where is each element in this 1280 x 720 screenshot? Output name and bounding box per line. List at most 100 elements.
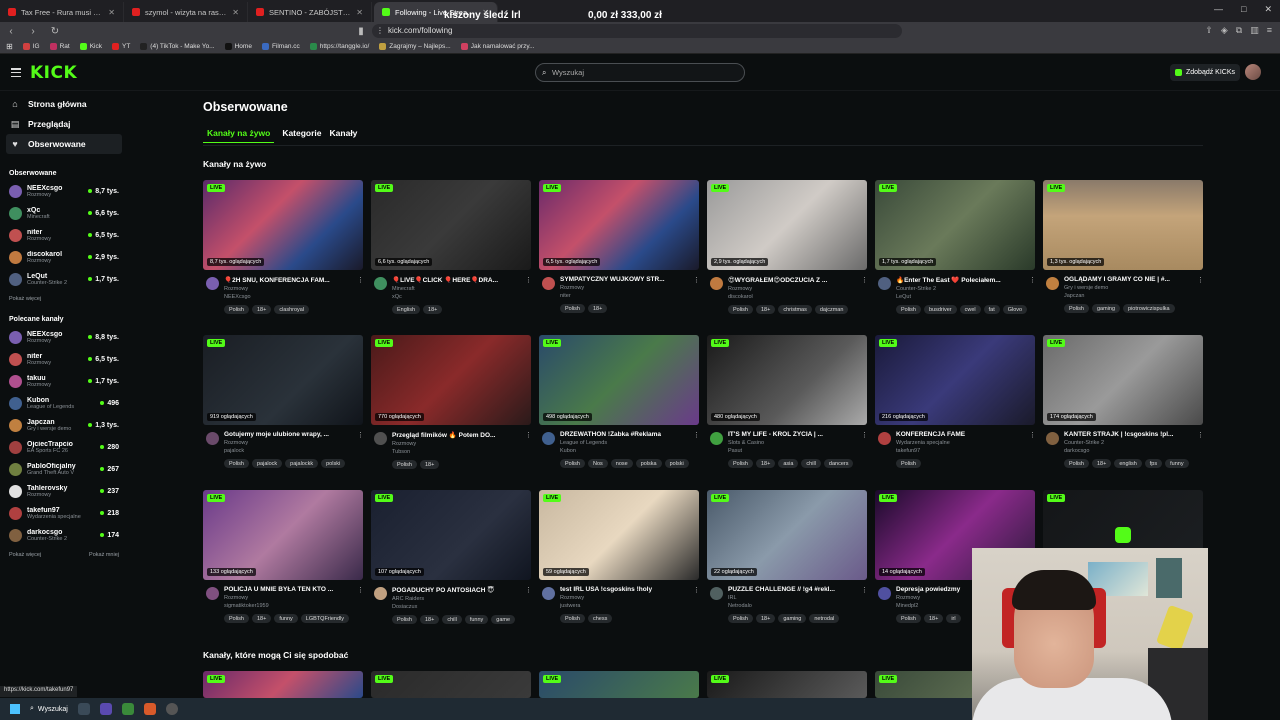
tag-chip[interactable]: LGBTQFriendly [300, 614, 350, 623]
stream-card[interactable]: LIVE 107 oglądających POGADUCHY PO ANTOSIA… [371, 490, 532, 624]
back-icon[interactable]: ‹ [0, 26, 22, 37]
tag-chip[interactable]: 18+ [923, 614, 944, 623]
sidebar-channel[interactable]: takefun97 Wydarzenia specjalne 218 [0, 502, 128, 524]
tag-chip[interactable]: polski [664, 459, 689, 468]
bookmark-item[interactable]: Kick [79, 43, 102, 50]
stream-card[interactable]: LIVE 216 oglądających KONFERENCJA FAME Wyda… [875, 335, 1036, 468]
stream-title[interactable]: test IRL USA !csgoskins !holy [560, 586, 692, 593]
tab-live-channels[interactable]: Kanały na żywo [203, 126, 275, 143]
more-options-icon[interactable]: ⋮ [1197, 276, 1204, 313]
more-options-icon[interactable]: ⋮ [861, 431, 868, 468]
brave-icon[interactable] [143, 703, 156, 715]
tag-chip[interactable]: game [491, 615, 516, 624]
bookmark-item[interactable]: Zagrajmy – Najleps... [379, 43, 451, 50]
sidebar-nav-item[interactable]: ▤ Przeglądaj [6, 114, 122, 134]
stream-title[interactable]: PUZZLE CHALLENGE // !g4 #rekl... [728, 586, 860, 593]
tag-chip[interactable]: Polish [560, 459, 585, 468]
stream-category[interactable]: Rozmowy [392, 441, 525, 447]
browser-tab[interactable]: szymol - wizyta na rasze! - YouTube ✕ [124, 2, 248, 22]
stream-thumbnail[interactable]: LIVE 919 oglądających [203, 335, 363, 425]
sidebar-channel[interactable]: niter Rozmowy 6,5 tys. [0, 348, 128, 370]
tag-chip[interactable]: 18+ [251, 305, 272, 314]
stream-thumbnail[interactable]: LIVE 2,9 tys. oglądających [707, 180, 867, 270]
stream-title[interactable]: KONFERENCJA FAME [896, 431, 1028, 438]
close-tab-icon[interactable]: ✕ [108, 8, 115, 17]
stream-thumbnail[interactable]: LIVE 107 oglądających [371, 490, 531, 580]
stream-card[interactable]: LIVE 1,3 tys. oglądających OGLĄDAMY I GRAM… [1043, 180, 1204, 313]
tag-chip[interactable]: piotrowiczispulka [1123, 304, 1175, 313]
sidebar-channel[interactable]: xQc Minecraft 6,6 tys. [0, 202, 128, 224]
sidebar-channel[interactable]: PabloOficjalny Grand Theft Auto V 267 [0, 458, 128, 480]
stream-category[interactable]: IRL [728, 595, 861, 601]
streamer-avatar[interactable] [374, 277, 387, 290]
stream-card[interactable]: LIVE 22 oglądających PUZZLE CHALLENGE // !… [707, 490, 868, 623]
stream-thumbnail[interactable]: LIVE 22 oglądających [707, 490, 867, 580]
taskbar-search[interactable]: ⌕ Wyszukaj [30, 705, 68, 713]
streamer-name[interactable]: discokarol [728, 294, 861, 300]
streamer-name[interactable]: Netrodalo [728, 603, 861, 609]
tag-chip[interactable]: Polish [1064, 459, 1089, 468]
stream-card[interactable]: LIVE 770 oglądających Przegląd filmików 🔥 … [371, 335, 532, 469]
sidebar-channel[interactable]: takuu Rozmowy 1,7 tys. [0, 370, 128, 392]
stream-category[interactable]: ARC Raiders [392, 596, 525, 602]
stream-category[interactable]: Rozmowy [224, 286, 357, 292]
tag-chip[interactable]: English [392, 305, 421, 314]
more-options-icon[interactable]: ⋮ [861, 276, 868, 314]
tag-chip[interactable]: netrodal [809, 614, 840, 623]
tab-categories[interactable]: Kategorie [282, 126, 321, 143]
streamer-name[interactable]: justwera [560, 603, 693, 609]
stream-card[interactable]: LIVE 8,7 tys. oglądających 🎈2H SNU, KONFER… [203, 180, 364, 314]
stream-thumbnail[interactable]: LIVE 498 oglądających [539, 335, 699, 425]
stream-thumbnail[interactable]: LIVE 6,6 tys. oglądających [371, 180, 531, 270]
tag-chip[interactable]: funny [1165, 459, 1189, 468]
more-options-icon[interactable]: ⋮ [1029, 431, 1036, 468]
stream-title[interactable]: Gotujemy moje ulubione wrapy, ... [224, 431, 356, 438]
stream-card[interactable]: LIVE 480 oglądających IT'S MY LIFE - KRÓL … [707, 335, 868, 468]
tag-chip[interactable]: funny [274, 614, 298, 623]
apps-icon[interactable]: ⊞ [6, 42, 13, 51]
stream-card[interactable]: LIVE 174 oglądających KANTER STRAJK | !csg… [1043, 335, 1204, 468]
tag-chip[interactable]: Polish [224, 459, 249, 468]
stream-thumbnail[interactable]: LIVE 1,7 tys. oglądających [875, 180, 1035, 270]
stream-card[interactable]: LIVE 498 oglądających DRZEWATHON !Żabka #R… [539, 335, 700, 468]
tag-chip[interactable]: 18+ [419, 460, 440, 469]
tag-chip[interactable]: Polish [896, 614, 921, 623]
tag-chip[interactable]: busdriver [923, 305, 957, 314]
stream-title[interactable]: DRZEWATHON !Żabka #Reklama [560, 431, 692, 438]
tag-chip[interactable]: Polish [728, 459, 753, 468]
tag-chip[interactable]: polska [635, 459, 662, 468]
streamer-avatar[interactable] [878, 432, 891, 445]
tag-chip[interactable]: funny [464, 615, 489, 624]
browser-tab[interactable]: Tax Free - Rura musi yeah (prod. CLL ✕ [0, 2, 124, 22]
streamer-avatar[interactable] [1046, 432, 1059, 445]
streamer-name[interactable]: Japczan [1064, 293, 1197, 299]
sidebar-channel[interactable]: NEEXcsgo Rozmowy 8,8 tys. [0, 326, 128, 348]
stream-title[interactable]: OGLĄDAMY I GRAMY CO NIE | #... [1064, 276, 1196, 283]
tag-chip[interactable]: asia [778, 459, 799, 468]
sidebar-channel[interactable]: darkocsgo Counter-Strike 2 174 [0, 524, 128, 546]
close-icon[interactable]: ✕ [1264, 4, 1272, 15]
sidebar-channel[interactable]: LeQut Counter-Strike 2 1,7 tys. [0, 268, 128, 290]
stream-title[interactable]: 🎈2H SNU, KONFERENCJA FAM... [224, 276, 356, 284]
menu-icon[interactable]: ≡ [1267, 25, 1272, 36]
stream-card[interactable]: LIVE 6,5 tys. oglądających SYMPATYCZNY WUJ… [539, 180, 700, 313]
stream-title[interactable]: KANTER STRAJK | !csgoskins !pl... [1064, 431, 1196, 438]
tag-chip[interactable]: 18+ [419, 615, 440, 624]
stream-title[interactable]: SYMPATYCZNY WUJKOWY STR... [560, 276, 692, 283]
stream-thumbnail[interactable]: LIVE 770 oglądających [371, 335, 531, 425]
streamer-avatar[interactable] [542, 587, 555, 600]
stream-category[interactable]: Gry i wersje demo [1064, 285, 1197, 291]
tag-chip[interactable]: gaming [1091, 304, 1121, 313]
sidebar-channel[interactable]: Japczan Gry i wersje demo 1,3 tys. [0, 414, 128, 436]
stream-thumbnail[interactable]: LIVE 1,3 tys. oglądających [1043, 180, 1203, 270]
streamer-avatar[interactable] [710, 277, 723, 290]
stream-card[interactable]: LIVE 1,7 tys. oglądających 🔥Enter The East… [875, 180, 1036, 314]
streamer-name[interactable]: pajalock [224, 448, 357, 454]
bookmark-item[interactable]: YT [111, 43, 130, 50]
recommended-stream-card[interactable]: LIVE [371, 671, 531, 698]
stream-thumbnail[interactable]: LIVE 6,5 tys. oglądających [539, 180, 699, 270]
streamer-name[interactable]: Kubon [560, 448, 693, 454]
stream-thumbnail[interactable]: LIVE 216 oglądających [875, 335, 1035, 425]
streamer-name[interactable]: niter [560, 293, 693, 299]
tag-chip[interactable]: Polish [728, 305, 753, 314]
